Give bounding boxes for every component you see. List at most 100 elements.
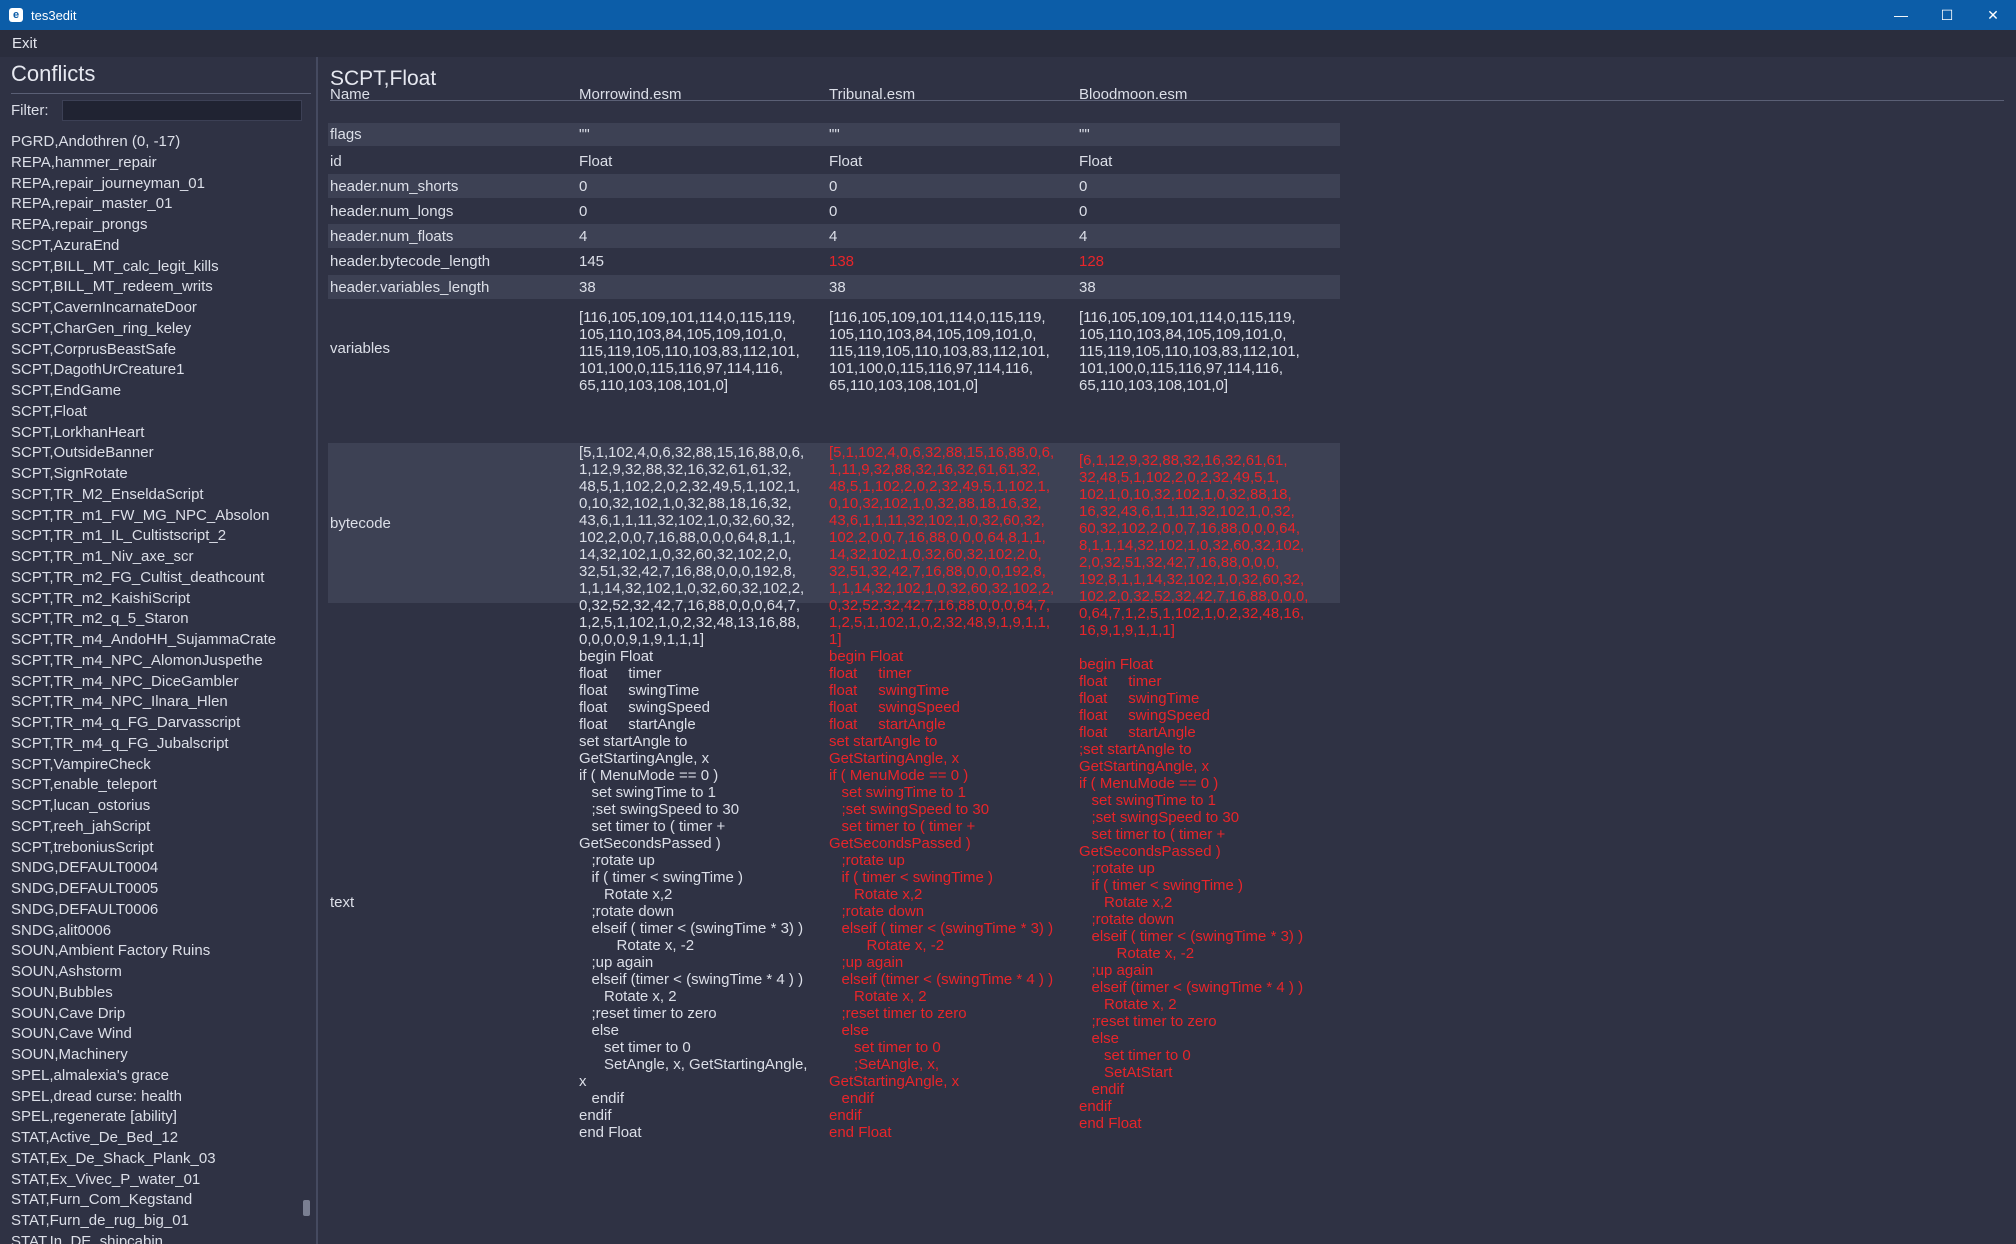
field-value: [116,105,109,101,114,0,115,119, 105,110,…	[579, 309, 800, 394]
close-icon[interactable]: ✕	[1970, 0, 2016, 30]
conflict-list-item[interactable]: STAT,Ex_De_Shack_Plank_03	[11, 1149, 216, 1169]
conflict-list-item[interactable]: SCPT,CharGen_ring_keley	[11, 319, 191, 339]
conflict-list-item[interactable]: SCPT,treboniusScript	[11, 838, 154, 858]
conflict-list-item[interactable]: SCPT,TR_m4_NPC_DiceGambler	[11, 672, 239, 692]
exit-menu-item[interactable]: Exit	[0, 35, 49, 52]
minimize-icon[interactable]: —	[1878, 0, 1924, 30]
field-value: ""	[829, 126, 840, 143]
filter-input[interactable]	[62, 100, 302, 121]
conflict-list-item[interactable]: SCPT,TR_m1_Niv_axe_scr	[11, 547, 194, 567]
field-value: Float	[1079, 152, 1113, 170]
conflict-list-item[interactable]: SPEL,regenerate [ability]	[11, 1107, 177, 1127]
conflict-list-item[interactable]: STAT,Ex_Vivec_P_water_01	[11, 1170, 200, 1190]
conflict-list-item[interactable]: SCPT,TR_m2_FG_Cultist_deathcount	[11, 568, 264, 588]
conflict-list-item[interactable]: SCPT,TR_m4_NPC_AlomonJuspethe	[11, 651, 263, 671]
conflict-list-item[interactable]: SCPT,CavernIncarnateDoor	[11, 298, 197, 318]
conflict-list-item[interactable]: SPEL,dread curse: health	[11, 1087, 182, 1107]
conflict-list-item[interactable]: REPA,repair_master_01	[11, 194, 172, 214]
column-header-plugin: Tribunal.esm	[829, 86, 916, 103]
conflict-list: PGRD,Andothren (0, -17) REPA,hammer_repai…	[0, 128, 304, 1244]
conflict-list-item[interactable]: REPA,hammer_repair	[11, 153, 157, 173]
conflict-list-item[interactable]: SCPT,lucan_ostorius	[11, 796, 150, 816]
field-value: 4	[1079, 227, 1088, 245]
conflict-list-item[interactable]: SCPT,TR_m1_IL_Cultistscript_2	[11, 526, 226, 546]
field-row-header-num-longs: header.num_longs 0 0 0	[328, 199, 1340, 223]
field-value: 0	[829, 177, 838, 195]
conflict-list-item[interactable]: SCPT,TR_m4_NPC_Ilnara_Hlen	[11, 692, 228, 712]
conflict-list-item[interactable]: SCPT,LorkhanHeart	[11, 423, 144, 443]
field-name: variables	[330, 340, 391, 357]
conflicts-pane: Conflicts Filter: PGRD,Andothren (0, -17…	[0, 57, 318, 1244]
field-name: header.variables_length	[330, 278, 490, 296]
field-name: bytecode	[330, 514, 391, 532]
field-row-id: id Float Float Float	[328, 149, 1340, 173]
conflict-list-item[interactable]: STAT,Furn_de_rug_big_01	[11, 1211, 189, 1231]
conflict-list-item[interactable]: SCPT,TR_m1_FW_MG_NPC_Absolon	[11, 506, 269, 526]
conflict-list-item[interactable]: SCPT,DagothUrCreature1	[11, 360, 184, 380]
field-value: ""	[1079, 126, 1090, 143]
conflict-list-item[interactable]: SCPT,TR_m4_AndoHH_SujammaCrate	[11, 630, 276, 650]
field-value: 145	[579, 252, 605, 270]
field-value: [116,105,109,101,114,0,115,119, 105,110,…	[1079, 309, 1300, 394]
field-name: header.num_longs	[330, 202, 454, 220]
conflict-list-item[interactable]: SCPT,reeh_jahScript	[11, 817, 150, 837]
conflict-list-item[interactable]: SCPT,enable_teleport	[11, 775, 157, 795]
field-name: header.num_floats	[330, 227, 454, 245]
conflict-list-item[interactable]: SNDG,DEFAULT0004	[11, 858, 158, 878]
conflict-list-item[interactable]: PGRD,Andothren (0, -17)	[11, 132, 180, 152]
conflict-list-scrollbar[interactable]	[301, 128, 311, 1244]
conflict-list-item[interactable]: SOUN,Cave Wind	[11, 1024, 132, 1044]
field-value: 38	[829, 278, 846, 296]
conflict-list-item[interactable]: SNDG,DEFAULT0006	[11, 900, 158, 920]
conflict-list-item[interactable]: STAT,Active_De_Bed_12	[11, 1128, 178, 1148]
conflict-list-item[interactable]: SOUN,Ashstorm	[11, 962, 122, 982]
conflict-list-item[interactable]: STAT,In_DE_shipcabin	[11, 1232, 163, 1244]
conflict-list-item[interactable]: SCPT,AzuraEnd	[11, 236, 119, 256]
conflict-list-item[interactable]: SNDG,DEFAULT0005	[11, 879, 158, 899]
field-value: 0	[579, 202, 588, 220]
field-value: [5,1,102,4,0,6,32,88,15,16,88,0,6, 1,12,…	[579, 444, 805, 648]
field-row-header-num-floats: header.num_floats 4 4 4	[328, 224, 1340, 248]
conflict-list-item[interactable]: SCPT,BILL_MT_redeem_writs	[11, 277, 213, 297]
field-row-header-num-shorts: header.num_shorts 0 0 0	[328, 174, 1340, 198]
field-value: Float	[579, 152, 613, 170]
conflict-list-item[interactable]: SCPT,TR_m2_q_5_Staron	[11, 609, 189, 629]
conflict-list-item[interactable]: SOUN,Bubbles	[11, 983, 113, 1003]
field-value: 0	[579, 177, 588, 195]
column-header-plugin: Morrowind.esm	[579, 86, 682, 103]
field-name: header.bytecode_length	[330, 252, 491, 270]
conflict-list-item[interactable]: REPA,repair_prongs	[11, 215, 147, 235]
field-value: 0	[1079, 177, 1088, 195]
conflict-list-item[interactable]: SCPT,CorprusBeastSafe	[11, 340, 176, 360]
conflict-list-item[interactable]: SOUN,Cave Drip	[11, 1004, 125, 1024]
conflict-list-item[interactable]: SCPT,TR_m4_q_FG_Jubalscript	[11, 734, 229, 754]
field-row-bytecode: bytecode [5,1,102,4,0,6,32,88,15,16,88,0,…	[328, 443, 1340, 648]
field-name: id	[330, 152, 342, 170]
conflict-list-item[interactable]: SPEL,almalexia's grace	[11, 1066, 169, 1086]
conflict-list-item[interactable]: SOUN,Ambient Factory Ruins	[11, 941, 210, 961]
record-pane: SCPT,Float Name Morrowind.esm Tribunal.esm…	[318, 57, 2016, 1244]
field-name: header.num_shorts	[330, 177, 459, 195]
conflict-list-item[interactable]: SCPT,VampireCheck	[11, 755, 151, 775]
conflict-list-item[interactable]: SNDG,alit0006	[11, 921, 111, 941]
conflict-list-item[interactable]: SOUN,Machinery	[11, 1045, 128, 1065]
divider	[11, 93, 311, 94]
field-value: 4	[829, 227, 838, 245]
conflicts-title: Conflicts	[11, 61, 96, 86]
conflict-list-item[interactable]: SCPT,BILL_MT_calc_legit_kills	[11, 257, 219, 277]
field-name: flags	[330, 126, 362, 143]
conflict-list-item[interactable]: SCPT,OutsideBanner	[11, 443, 154, 463]
field-value: ""	[579, 126, 590, 143]
conflict-list-item[interactable]: SCPT,Float	[11, 402, 87, 422]
field-value: begin Float float timer float swingTime …	[579, 648, 808, 1141]
conflict-list-item[interactable]: SCPT,TR_m2_KaishiScript	[11, 589, 190, 609]
scrollbar-thumb[interactable]	[303, 1200, 310, 1216]
conflict-list-item[interactable]: STAT,Furn_Com_Kegstand	[11, 1190, 192, 1210]
conflict-list-item[interactable]: SCPT,SignRotate	[11, 464, 128, 484]
conflict-list-item[interactable]: SCPT,EndGame	[11, 381, 121, 401]
maximize-icon[interactable]: ☐	[1924, 0, 1970, 30]
conflict-list-item[interactable]: SCPT,TR_m4_q_FG_Darvasscript	[11, 713, 240, 733]
conflict-list-item[interactable]: REPA,repair_journeyman_01	[11, 174, 205, 194]
conflict-list-item[interactable]: SCPT,TR_M2_EnseldaScript	[11, 485, 204, 505]
field-value: 38	[579, 278, 596, 296]
